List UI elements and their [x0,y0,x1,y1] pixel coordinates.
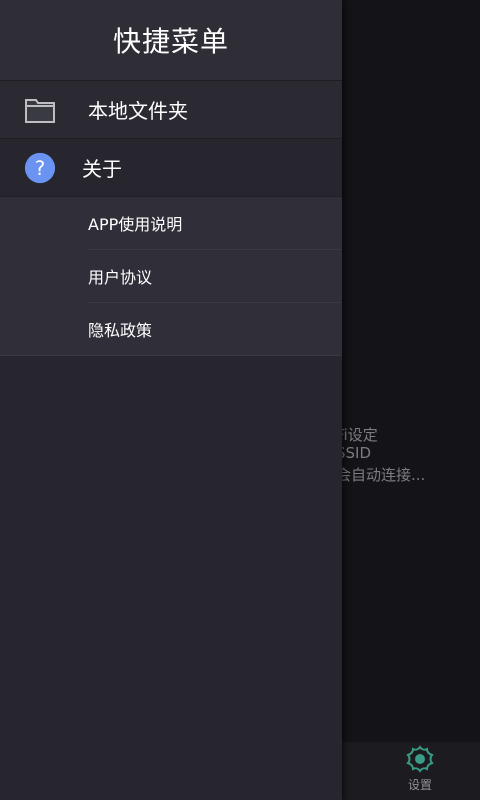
settings-tab[interactable]: 设置 [396,744,444,800]
help-icon: ? [24,152,56,184]
menu-item-local-folder[interactable]: 本地文件夹 [0,80,342,138]
gear-icon [406,745,434,773]
nav-drawer: 快捷菜单 本地文件夹 ? 关于 APP使用说明 用户协议 隐私政策 [0,0,342,800]
wifi-setting-text: Fi设定 [336,426,378,444]
svg-text:?: ? [35,157,45,180]
drawer-title: 快捷菜单 [112,25,229,58]
auto-connect-text: 会自动连接... [336,466,426,484]
menu-item-about[interactable]: ? 关于 [0,138,342,196]
drawer-header: 快捷菜单 [0,0,342,80]
submenu-item-privacy-policy[interactable]: 隐私政策 [88,303,342,355]
submenu-item-app-guide[interactable]: APP使用说明 [88,197,342,250]
settings-tab-label: 设置 [407,778,432,792]
menu-item-about-label: 关于 [82,157,122,181]
menu-item-local-folder-label: 本地文件夹 [88,99,188,123]
submenu-item-user-agreement[interactable]: 用户协议 [88,250,342,303]
about-submenu: APP使用说明 用户协议 隐私政策 [0,196,342,356]
folder-icon [24,94,56,126]
